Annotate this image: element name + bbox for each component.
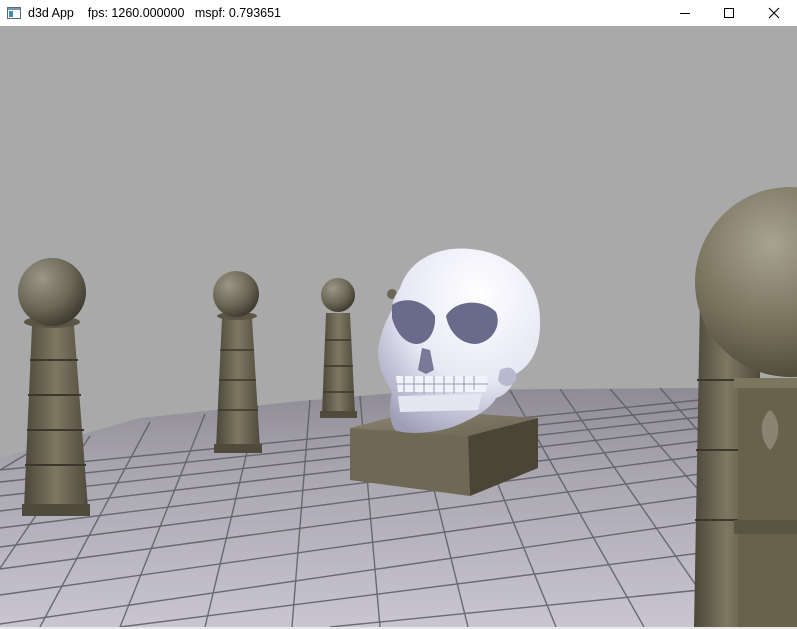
app-name: d3d App: [28, 6, 74, 20]
window-title: d3d App fps: 1260.000000 mspf: 0.793651: [28, 6, 281, 20]
maximize-icon: [724, 8, 734, 18]
pillar-left-middle: [213, 271, 262, 453]
tiled-floor: [0, 388, 700, 627]
maximize-button[interactable]: [706, 0, 752, 26]
close-button[interactable]: [751, 0, 797, 26]
close-icon: [768, 7, 780, 19]
minimize-icon: [680, 13, 690, 14]
pillar-right-near: [694, 187, 797, 627]
app-window-icon[interactable]: [7, 6, 21, 19]
app-window: d3d App fps: 1260.000000 mspf: 0.793651: [0, 0, 797, 629]
fps-readout: fps: 1260.000000: [87, 6, 185, 20]
pillar-left-front: [18, 258, 90, 516]
3d-scene: [0, 187, 797, 627]
render-viewport[interactable]: [0, 26, 797, 627]
title-bar[interactable]: d3d App fps: 1260.000000 mspf: 0.793651: [0, 0, 797, 26]
minimize-button[interactable]: [662, 0, 708, 26]
mspf-readout: mspf: 0.793651: [194, 6, 282, 20]
